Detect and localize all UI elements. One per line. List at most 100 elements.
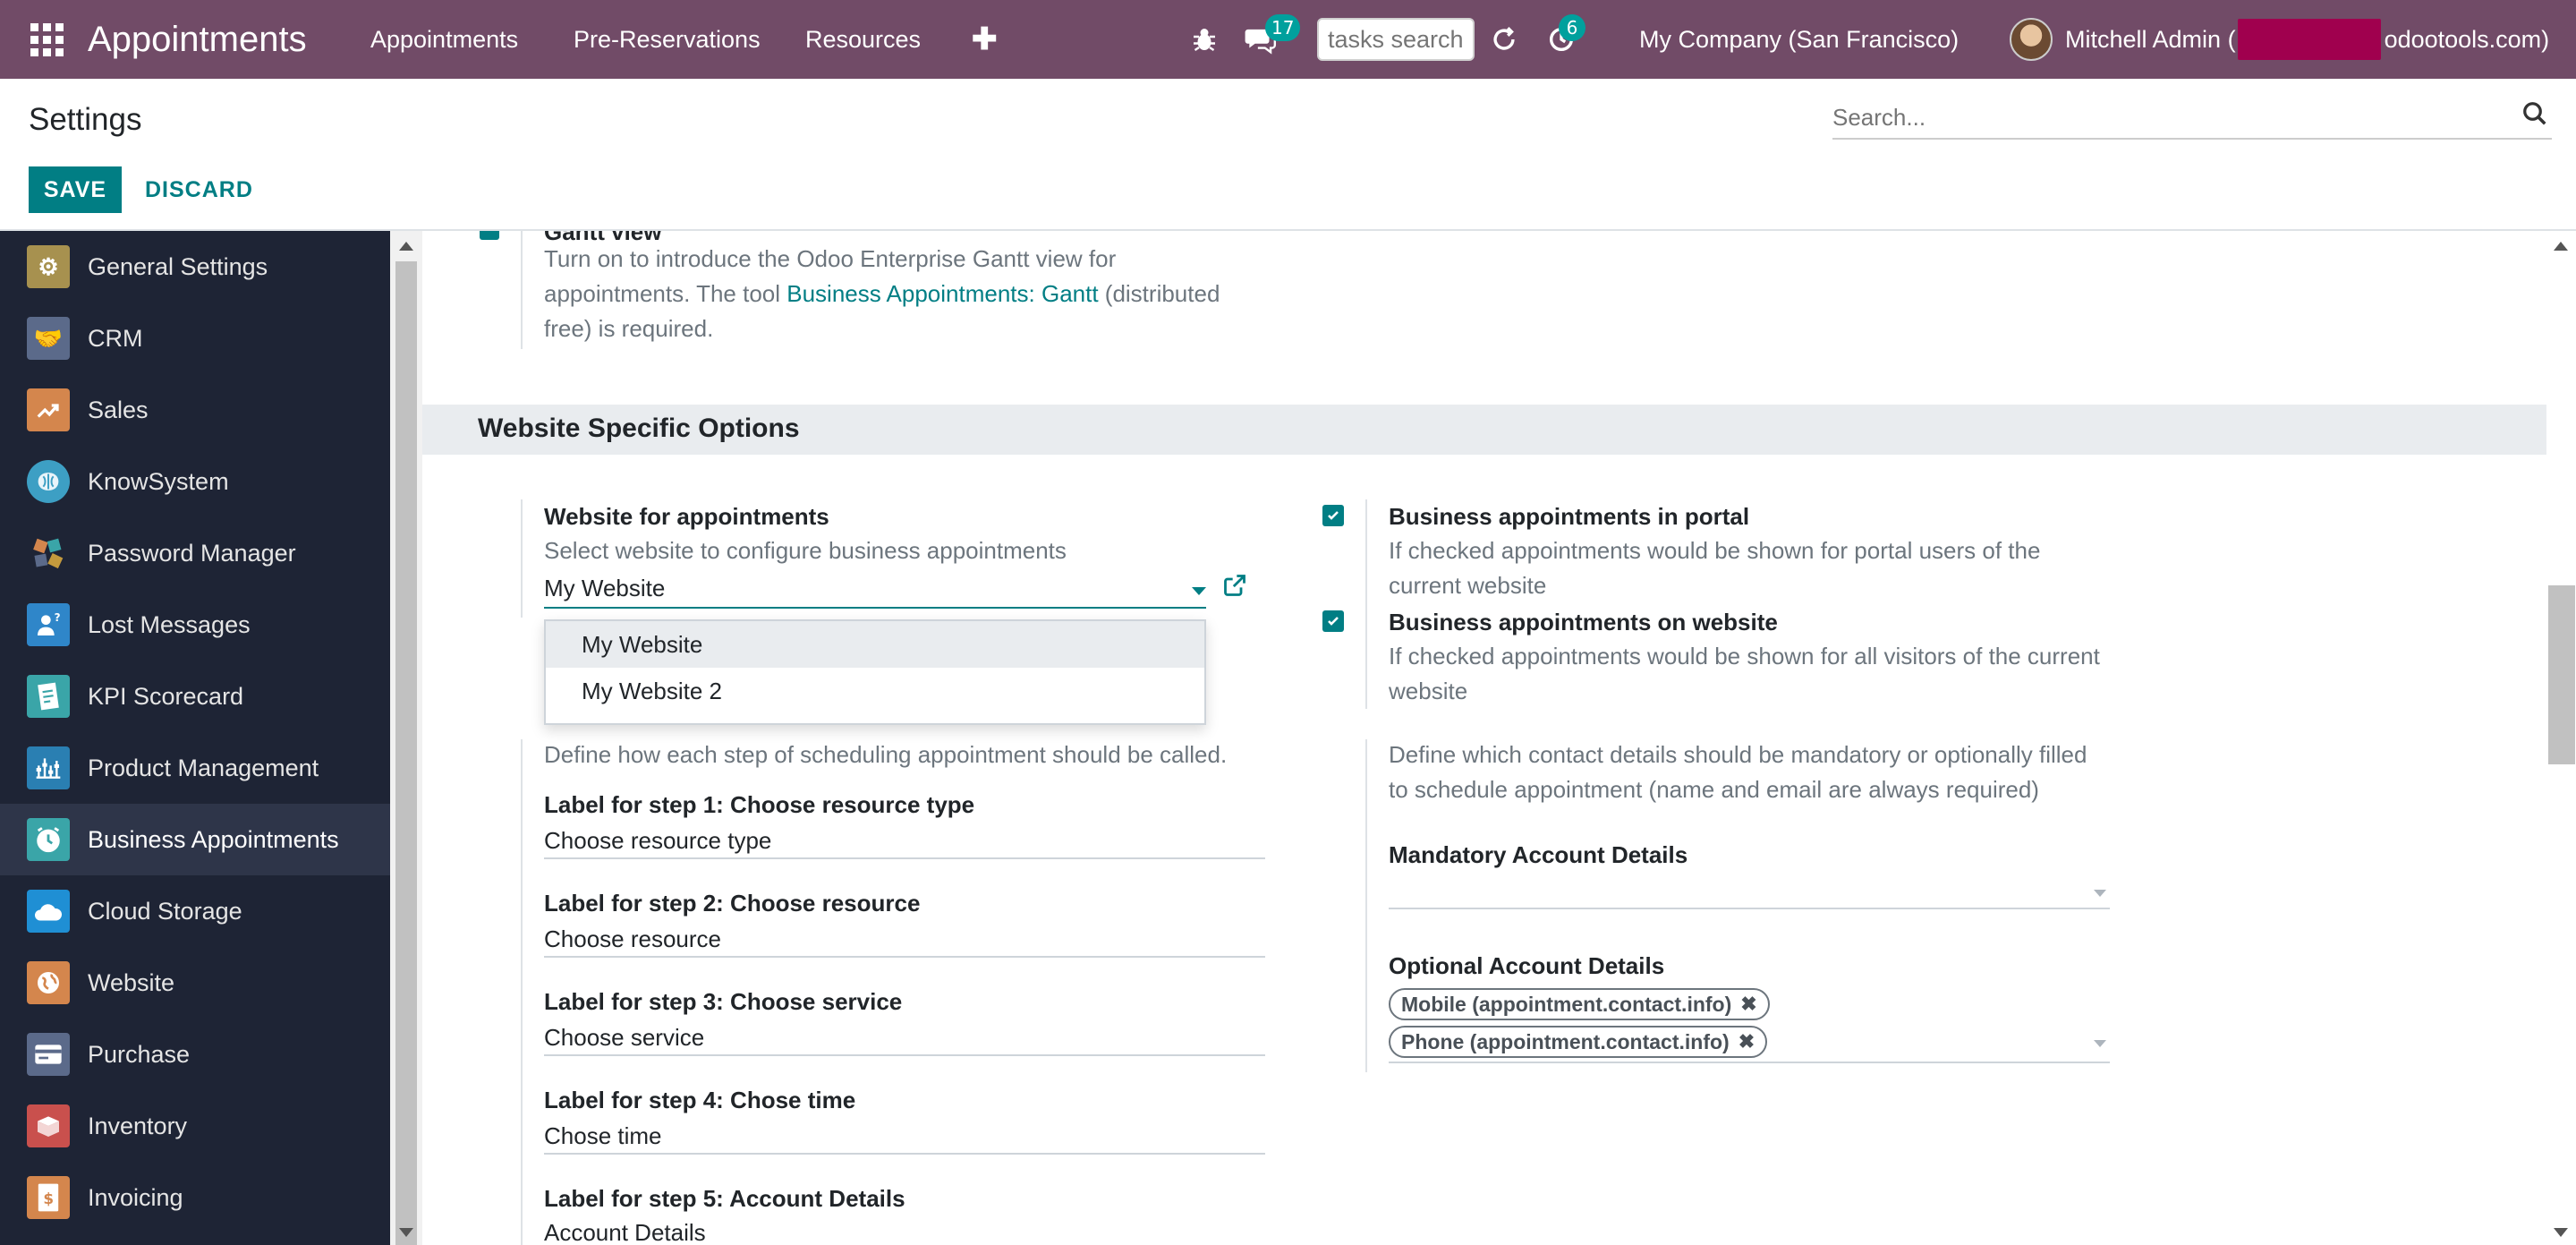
bug-icon[interactable] — [1188, 23, 1220, 55]
remove-tag-icon[interactable]: ✖ — [1739, 1030, 1755, 1053]
sidebar-item-label: Password Manager — [88, 539, 296, 567]
steps-desc: Define how each step of scheduling appoi… — [544, 741, 1228, 768]
content-scrollbar[interactable] — [2546, 231, 2576, 1245]
dropdown-option[interactable]: My Website — [546, 621, 1204, 668]
gantt-desc-prefix: appointments. The tool — [544, 280, 787, 307]
setting-divider — [1365, 499, 1367, 709]
step-5-input[interactable]: Account Details — [544, 1219, 706, 1245]
step-2-label: Label for step 2: Choose resource — [544, 890, 921, 917]
dropdown-option[interactable]: My Website 2 — [546, 668, 1204, 714]
apps-menu-icon[interactable] — [29, 21, 64, 57]
sidebar-item-purchase[interactable]: Purchase — [0, 1019, 390, 1090]
mandatory-details-underline — [1389, 908, 2110, 909]
gantt-desc-suffix: (distributed — [1098, 280, 1220, 307]
sidebar-item-password-manager[interactable]: Password Manager — [0, 517, 390, 589]
website-select-value[interactable]: My Website — [544, 575, 665, 602]
portal-label: Business appointments in portal — [1389, 503, 1750, 530]
brain-icon — [27, 460, 70, 503]
sidebar-item-cloud-storage[interactable]: Cloud Storage — [0, 875, 390, 947]
sidebar-scrollbar[interactable] — [390, 231, 422, 1245]
website-field-desc: Select website to configure business app… — [544, 537, 1067, 564]
sidebar-item-label: Invoicing — [88, 1183, 183, 1211]
tag-label: Mobile (appointment.contact.info) — [1401, 992, 1732, 1016]
menu-resources[interactable]: Resources — [805, 20, 921, 59]
svg-text:$: $ — [43, 1190, 54, 1207]
setting-divider — [521, 739, 523, 1245]
step-1-input[interactable]: Choose resource type — [544, 827, 771, 855]
clock-icon — [27, 818, 70, 861]
scroll-down-arrow-icon[interactable] — [399, 1228, 413, 1237]
scroll-up-arrow-icon[interactable] — [399, 242, 413, 251]
website-visitors-desc-2: website — [1389, 678, 1468, 704]
sidebar-item-label: Sales — [88, 396, 149, 423]
sidebar-item-knowsystem[interactable]: KnowSystem — [0, 446, 390, 517]
tasks-search-input[interactable] — [1317, 18, 1475, 61]
gantt-module-link[interactable]: Business Appointments: Gantt — [786, 280, 1098, 307]
sidebar-item-kpi-scorecard[interactable]: KPI Scorecard — [0, 661, 390, 732]
step-2-underline — [544, 956, 1265, 958]
content-scrollbar-thumb[interactable] — [2548, 585, 2575, 764]
company-switcher[interactable]: My Company (San Francisco) — [1639, 20, 1959, 59]
sidebar-item-label: General Settings — [88, 252, 268, 280]
sidebar-item-label: Website — [88, 968, 175, 996]
sidebar-item-label: Cloud Storage — [88, 897, 242, 925]
discard-button[interactable]: DISCARD — [136, 166, 262, 213]
sliders-icon — [27, 746, 70, 789]
sidebar-item-crm[interactable]: 🤝 CRM — [0, 303, 390, 374]
sidebar-item-business-appointments[interactable]: Business Appointments — [0, 804, 390, 875]
website-visitors-checkbox[interactable] — [1322, 610, 1344, 632]
remove-tag-icon[interactable]: ✖ — [1740, 993, 1756, 1016]
menu-pre-reservations[interactable]: Pre-Reservations — [574, 20, 761, 59]
optional-details-underline — [1389, 1062, 2110, 1063]
sidebar-item-label: Product Management — [88, 754, 319, 781]
plus-icon[interactable]: ✚ — [972, 20, 998, 59]
contact-desc-1: Define which contact details should be m… — [1389, 741, 2087, 768]
gantt-view-desc-1: Turn on to introduce the Odoo Enterprise… — [544, 245, 1117, 272]
menu-appointments[interactable]: Appointments — [370, 20, 518, 59]
user-menu[interactable]: Mitchell Admin (odootools.com) — [2065, 19, 2549, 60]
step-4-input[interactable]: Chose time — [544, 1122, 662, 1150]
step-3-label: Label for step 3: Choose service — [544, 988, 903, 1015]
sidebar-item-label: Lost Messages — [88, 610, 251, 638]
website-dropdown-menu: My Website My Website 2 — [544, 619, 1206, 725]
sidebar-item-website[interactable]: Website — [0, 947, 390, 1019]
sidebar-item-product-management[interactable]: Product Management — [0, 732, 390, 804]
save-button[interactable]: SAVE — [29, 166, 122, 213]
scroll-up-arrow-icon[interactable] — [2554, 242, 2568, 251]
settings-search-input[interactable] — [1832, 97, 2552, 140]
step-3-input[interactable]: Choose service — [544, 1024, 704, 1052]
setting-divider — [1365, 739, 1367, 1072]
scroll-down-arrow-icon[interactable] — [2554, 1228, 2568, 1237]
gantt-view-desc-3: free) is required. — [544, 315, 714, 342]
step-2-input[interactable]: Choose resource — [544, 925, 721, 953]
external-link-icon[interactable] — [1222, 573, 1249, 600]
portal-desc-1: If checked appointments would be shown f… — [1389, 537, 2041, 564]
sidebar-item-label: KPI Scorecard — [88, 682, 244, 710]
chat-count-badge: 17 — [1265, 14, 1301, 41]
app-brand[interactable]: Appointments — [88, 16, 307, 63]
chevron-down-icon[interactable] — [1192, 587, 1206, 595]
gantt-view-desc-2: appointments. The tool Business Appointm… — [544, 277, 1220, 311]
box-icon — [27, 1104, 70, 1147]
sidebar-scrollbar-thumb[interactable] — [395, 261, 417, 1245]
chevron-down-icon[interactable] — [2094, 1040, 2106, 1047]
refresh-icon[interactable] — [1489, 23, 1521, 55]
sidebar-item-lost-messages[interactable]: ? Lost Messages — [0, 589, 390, 661]
sidebar-item-general-settings[interactable]: ⚙ General Settings — [0, 231, 390, 303]
settings-sidebar: ⚙ General Settings 🤝 CRM Sales KnowSyste… — [0, 231, 390, 1245]
sidebar-item-sales[interactable]: Sales — [0, 374, 390, 446]
avatar[interactable] — [2010, 18, 2053, 61]
step-1-label: Label for step 1: Choose resource type — [544, 791, 975, 818]
sidebar-item-invoicing[interactable]: $ Invoicing — [0, 1162, 390, 1233]
search-icon[interactable] — [2521, 100, 2552, 131]
portal-checkbox[interactable] — [1322, 505, 1344, 526]
website-visitors-label: Business appointments on website — [1389, 609, 1778, 635]
mandatory-details-input[interactable] — [1389, 872, 2110, 908]
sidebar-item-label: KnowSystem — [88, 467, 229, 495]
credit-card-icon — [27, 1033, 70, 1076]
setting-divider — [521, 231, 523, 349]
sidebar-item-inventory[interactable]: Inventory — [0, 1090, 390, 1162]
gantt-view-checkbox[interactable] — [480, 231, 499, 240]
top-navbar: Appointments Appointments Pre-Reservatio… — [0, 0, 2576, 79]
chevron-down-icon[interactable] — [2094, 890, 2106, 897]
